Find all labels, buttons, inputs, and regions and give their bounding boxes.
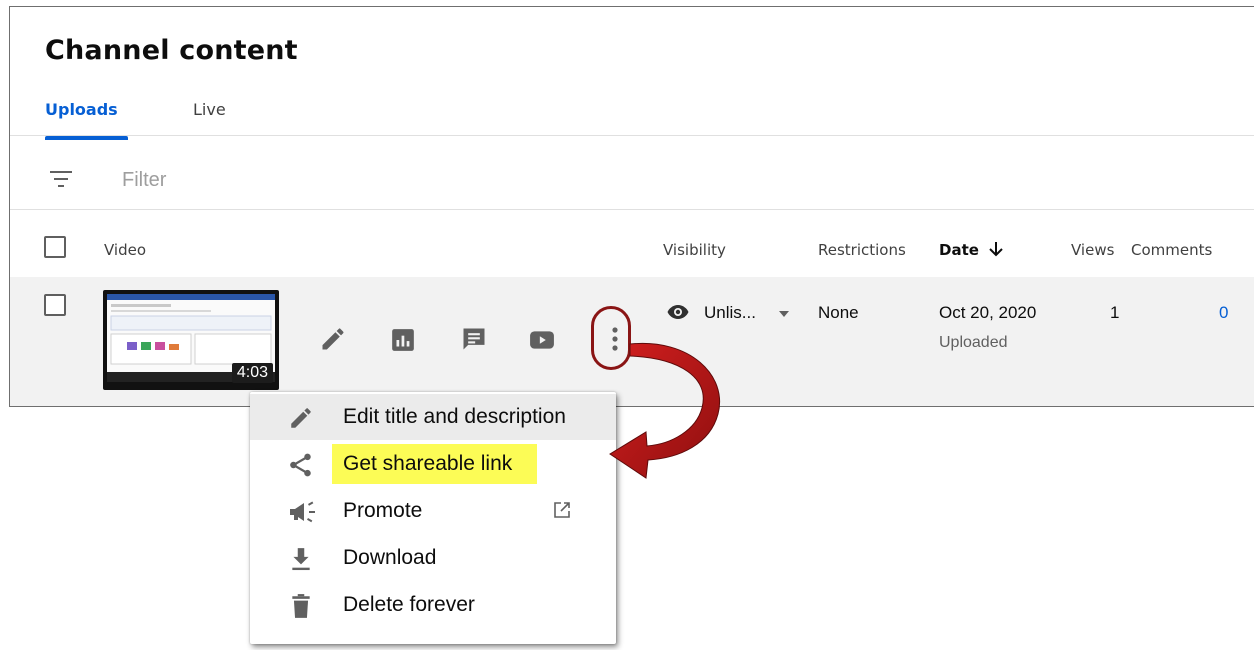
pencil-icon bbox=[291, 408, 311, 428]
column-header-comments[interactable]: Comments bbox=[1131, 241, 1212, 259]
sort-down-arrow-icon bbox=[989, 242, 1003, 257]
menu-item-edit[interactable]: Edit title and description bbox=[250, 394, 616, 440]
edit-icon[interactable] bbox=[319, 325, 347, 353]
analytics-icon[interactable] bbox=[390, 327, 416, 353]
open-in-new-icon bbox=[554, 502, 570, 518]
column-header-video: Video bbox=[104, 241, 147, 259]
menu-item-get-shareable-link[interactable]: Get shareable link bbox=[250, 441, 616, 487]
menu-item-label: Edit title and description bbox=[343, 405, 566, 428]
trash-icon bbox=[292, 594, 310, 618]
filter-divider bbox=[10, 209, 1254, 210]
date-status: Uploaded bbox=[939, 334, 1008, 351]
menu-item-label: Delete forever bbox=[343, 593, 475, 616]
active-tab-indicator bbox=[45, 136, 128, 140]
video-duration-badge: 4:03 bbox=[231, 363, 273, 383]
comments-icon[interactable] bbox=[460, 325, 488, 353]
column-header-visibility[interactable]: Visibility bbox=[663, 241, 726, 259]
column-header-date-label: Date bbox=[939, 241, 979, 259]
column-header-date[interactable]: Date bbox=[939, 241, 1004, 259]
menu-item-label: Promote bbox=[343, 499, 423, 522]
menu-item-download[interactable]: Download bbox=[250, 535, 616, 581]
menu-item-label: Get shareable link bbox=[343, 452, 513, 475]
date-value: Oct 20, 2020 bbox=[939, 303, 1037, 322]
tabs-divider bbox=[10, 135, 1254, 136]
page-title: Channel content bbox=[45, 35, 298, 66]
tab-uploads[interactable]: Uploads bbox=[45, 100, 118, 119]
filter-icon[interactable] bbox=[50, 170, 72, 188]
views-value: 1 bbox=[1110, 303, 1120, 322]
filter-input[interactable]: Filter bbox=[122, 169, 166, 192]
tab-live[interactable]: Live bbox=[193, 100, 226, 119]
column-header-restrictions[interactable]: Restrictions bbox=[818, 241, 906, 259]
more-actions-menu: Edit title and description Get shareable… bbox=[250, 392, 616, 644]
video-thumbnail[interactable]: 4:03 bbox=[103, 290, 279, 390]
megaphone-icon bbox=[290, 501, 315, 523]
comments-count-link[interactable]: 0 bbox=[1219, 303, 1228, 323]
youtube-icon[interactable] bbox=[528, 327, 556, 353]
dropdown-arrow-icon[interactable] bbox=[778, 310, 790, 318]
annotation-arrow bbox=[609, 342, 720, 479]
share-icon bbox=[290, 453, 311, 477]
restrictions-value: None bbox=[818, 303, 859, 322]
row-checkbox[interactable] bbox=[44, 294, 66, 316]
download-icon bbox=[292, 548, 310, 571]
menu-item-label: Download bbox=[343, 546, 437, 569]
select-all-checkbox[interactable] bbox=[44, 236, 66, 258]
menu-item-promote[interactable]: Promote bbox=[250, 488, 616, 534]
menu-item-delete-forever[interactable]: Delete forever bbox=[250, 582, 616, 628]
column-header-views[interactable]: Views bbox=[1071, 241, 1114, 259]
